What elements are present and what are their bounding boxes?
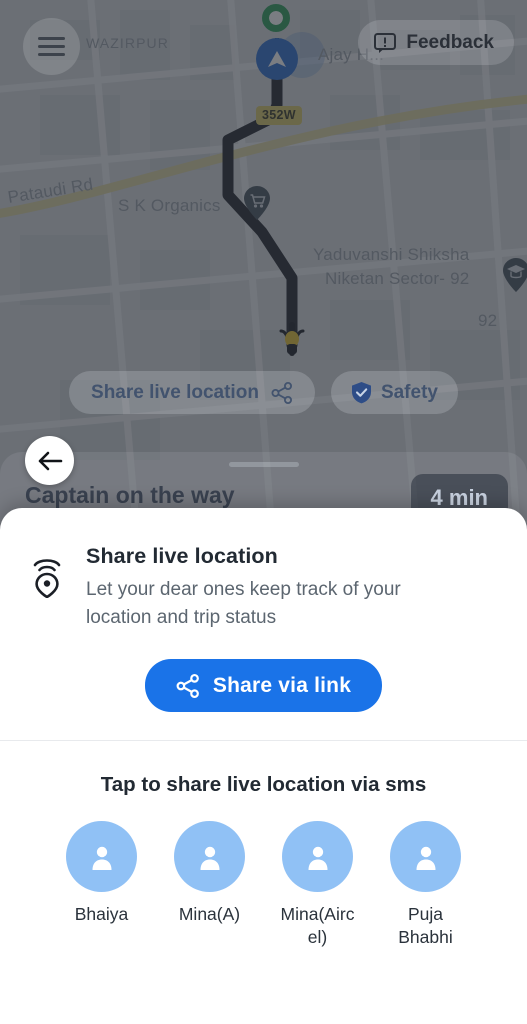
map-action-chips: Share live location Safety xyxy=(0,371,527,414)
contact-name: Mina(Aircel) xyxy=(280,904,355,947)
live-location-pin-icon xyxy=(33,559,61,598)
sheet-header-text: Share live location Let your dear ones k… xyxy=(86,544,438,631)
sheet-title: Share live location xyxy=(86,544,278,568)
contact-list: Bhaiya Mina(A) Mina(Aircel) Puja Bhabhi xyxy=(0,821,527,949)
sheet-header: Share live location Let your dear ones k… xyxy=(0,508,527,631)
menu-button[interactable] xyxy=(23,18,80,75)
back-button[interactable] xyxy=(25,436,74,485)
share-link-row: Share via link xyxy=(0,659,527,713)
avatar[interactable] xyxy=(174,821,245,893)
sms-section-title: Tap to share live location via sms xyxy=(100,773,427,797)
feedback-label: Feedback xyxy=(406,31,494,53)
person-icon xyxy=(200,846,219,870)
avatar[interactable] xyxy=(66,821,137,893)
share-via-link-button[interactable]: Share via link xyxy=(144,659,383,713)
shield-check-icon xyxy=(351,382,371,404)
contact-name: Mina(A) xyxy=(178,904,241,925)
feedback-button[interactable]: Feedback xyxy=(358,20,514,65)
person-icon xyxy=(416,846,435,870)
contact-name: Bhaiya xyxy=(74,904,129,925)
safety-chip[interactable]: Safety xyxy=(330,371,458,414)
sheet-drag-handle[interactable] xyxy=(228,462,299,467)
sheet-subtitle: Let your dear ones keep track of your lo… xyxy=(86,579,401,628)
share-nodes-icon xyxy=(271,381,292,404)
contact-item[interactable]: Mina(A) xyxy=(169,821,251,949)
sheet-icon-wrap xyxy=(26,544,68,631)
avatar[interactable] xyxy=(282,821,353,893)
share-nodes-icon xyxy=(176,673,199,698)
sheet-divider xyxy=(0,740,527,742)
arrow-left-icon xyxy=(38,451,62,470)
avatar[interactable] xyxy=(390,821,461,893)
share-live-location-chip[interactable]: Share live location xyxy=(69,371,315,414)
contact-name: Puja Bhabhi xyxy=(398,904,453,947)
contact-item[interactable]: Bhaiya xyxy=(61,821,143,949)
share-live-location-chip-label: Share live location xyxy=(91,381,259,403)
share-live-location-sheet: Share live location Let your dear ones k… xyxy=(0,508,527,1024)
contact-item[interactable]: Puja Bhabhi xyxy=(385,821,467,949)
person-icon xyxy=(92,846,111,870)
safety-chip-label: Safety xyxy=(380,381,438,403)
trip-status-title: Captain on the way xyxy=(25,482,235,508)
screen-root: 352W WAZIRPURAjay H...Pataudi RdS K Orga… xyxy=(0,0,527,1024)
contact-item[interactable]: Mina(Aircel) xyxy=(277,821,359,949)
feedback-bubble-icon xyxy=(374,32,397,53)
person-icon xyxy=(308,846,327,870)
share-via-link-label: Share via link xyxy=(212,673,352,697)
